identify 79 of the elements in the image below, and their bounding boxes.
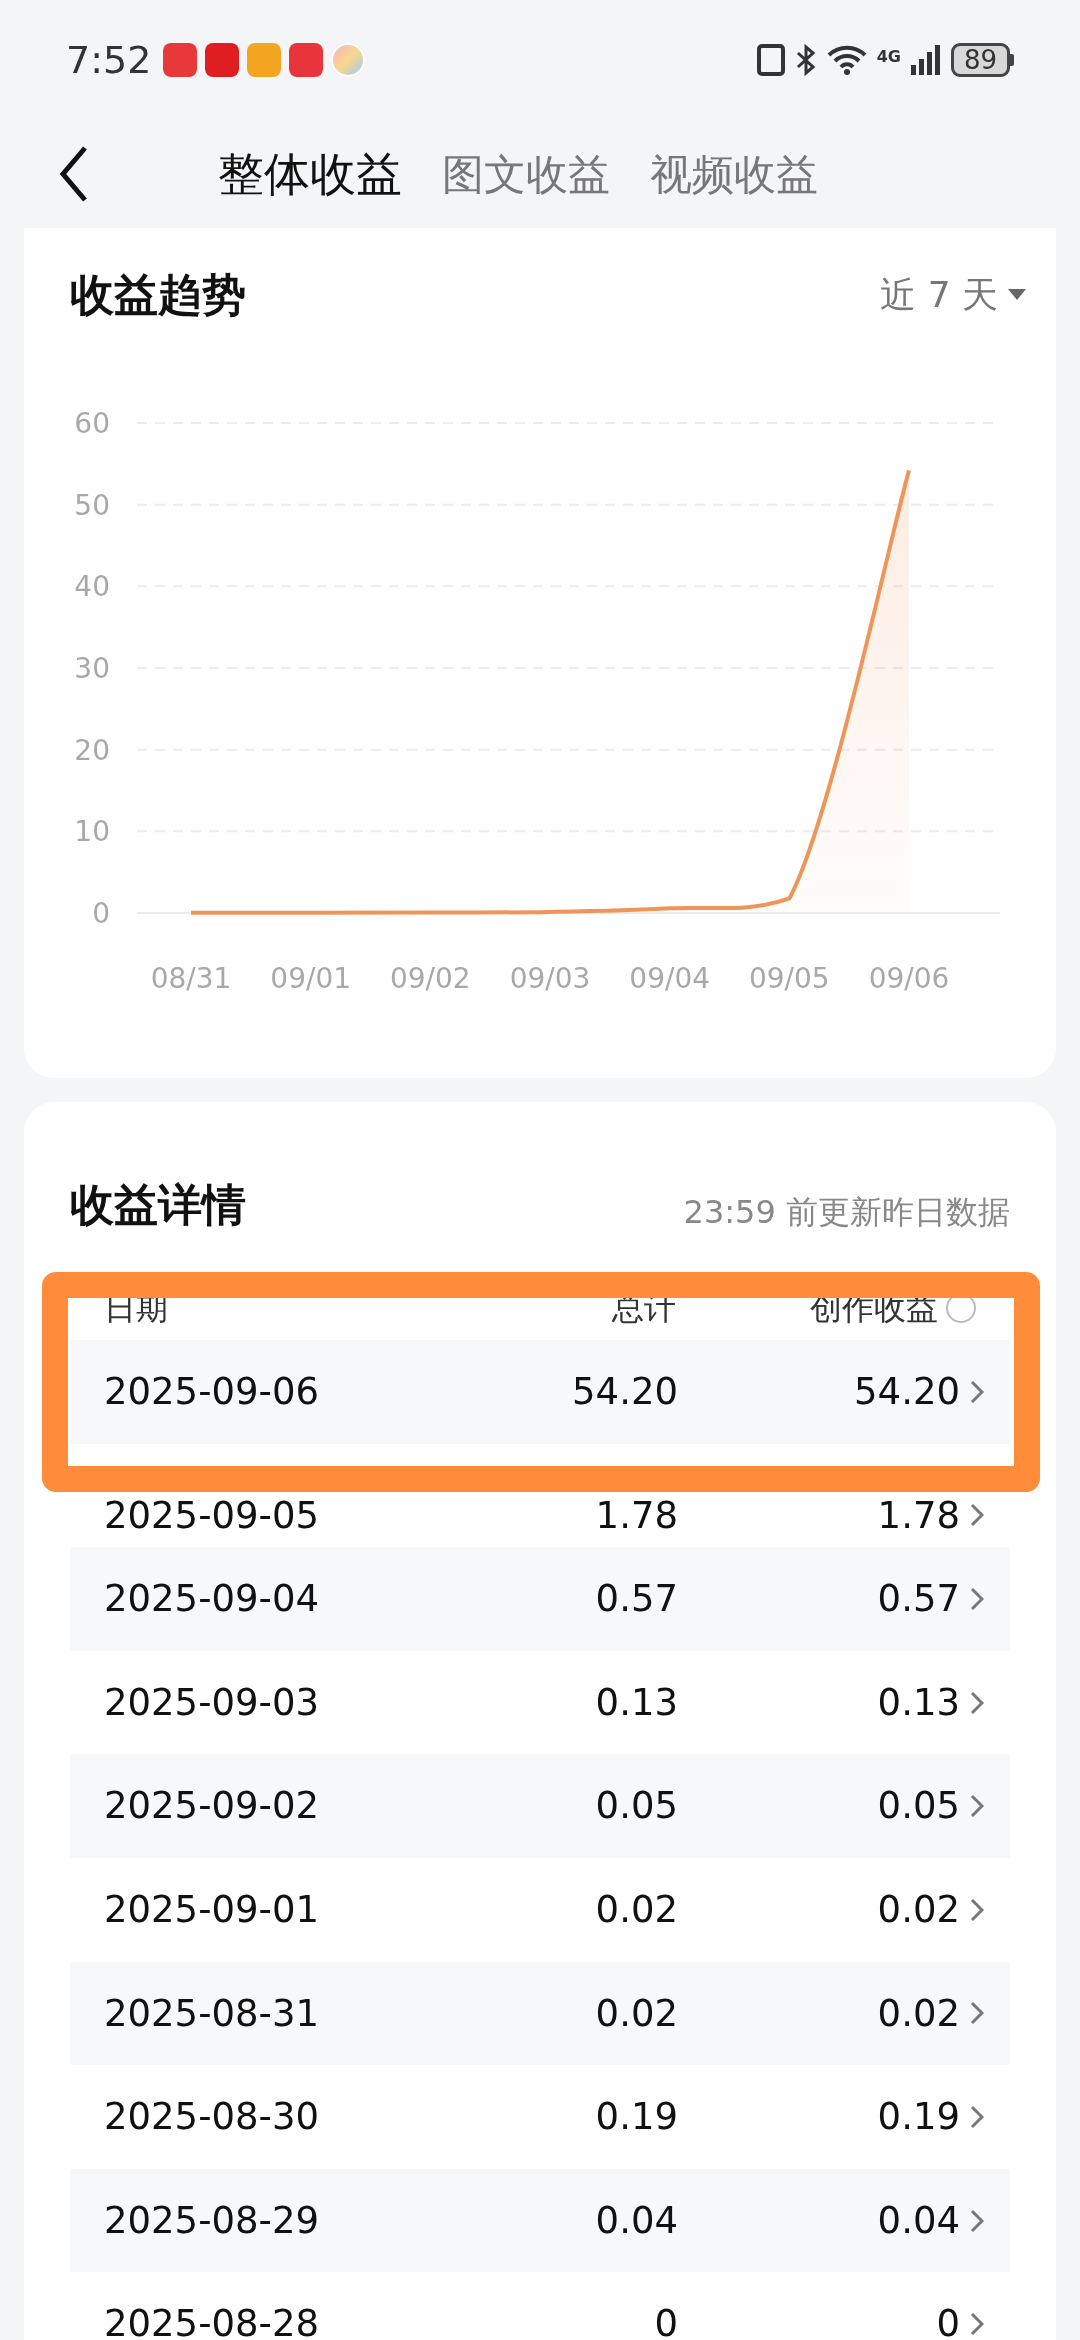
signal-icon [910,45,941,75]
creation-income-cell-text: 0.19 [876,2094,960,2141]
total-cell-text: 0.05 [594,1783,678,1830]
x-tick-label: 09/06 [868,962,950,995]
chevron-right-icon [970,2208,984,2233]
creation-income-cell-text: 1.78 [876,1492,960,1539]
bluetooth-icon [794,44,817,76]
date-cell-text: 2025-09-03 [104,1679,321,1726]
chevron-right-icon [970,1503,984,1528]
total-cell-text: 0 [653,2301,678,2340]
date-cell-text: 2025-09-05 [104,1492,321,1539]
x-tick-label: 09/02 [390,962,471,995]
x-tick-label: 09/03 [509,962,591,995]
table-row[interactable]: 2025-08-29 0.04 0.04 [70,2168,1010,2273]
chevron-right-icon [970,2104,984,2129]
app-notification-icon [247,43,282,77]
tab[interactable]: 图文收益 [442,142,610,206]
date-cell-text: 2025-09-01 [104,1887,321,1933]
table-row[interactable]: 2025-09-06 54.20 54.20 [70,1340,1010,1444]
date-cell-text: 2025-08-28 [104,2301,321,2340]
total-cell-text: 0.13 [594,1679,678,1726]
total-cell-text: 0.04 [594,2197,678,2244]
dropdown-triangle-icon [1008,289,1026,301]
chevron-right-icon [970,1379,984,1404]
total-cell-text: 54.20 [571,1369,678,1416]
x-tick-label: 09/01 [270,962,351,995]
chevron-right-icon [970,1794,984,1819]
creation-income-cell-text: 0.02 [876,1990,960,2037]
creation-income-cell-text: 0.13 [876,1679,960,1726]
total-cell-text: 0.57 [594,1576,678,1623]
battery-tip-icon [1010,54,1014,66]
creation-income-cell-text: 0.57 [876,1576,960,1623]
creation-income-cell-text: 0.02 [876,1887,960,1933]
creation-income-cell-text: 0 [935,2301,960,2340]
total-cell-text: 0.19 [594,2094,678,2141]
y-tick-label: 10 [74,815,110,849]
creation-income-cell-text: 54.20 [853,1369,960,1416]
total-cell-text: 0.02 [594,1990,678,2037]
x-tick-label: 08/31 [150,962,232,995]
tab[interactable]: 整体收益 [218,139,402,209]
total-cell-text: 1.78 [594,1492,678,1539]
wifi-icon [826,45,867,75]
app-notification-icon [289,43,324,77]
card-title: 收益趋势 [70,268,246,322]
chevron-right-icon [970,1587,984,1611]
app-notification-icon [331,43,366,77]
app-notification-icon [163,43,198,77]
date-cell-text: 2025-09-04 [104,1576,321,1623]
creation-income-cell-text: 0.04 [876,2197,960,2244]
chevron-right-icon [970,1690,984,1715]
app-notification-icon [205,43,240,77]
clock: 7:52 [66,36,152,84]
y-tick-label: 50 [74,488,110,522]
total-cell-text: 0.02 [594,1887,678,1933]
creation-income-cell-text: 0.05 [876,1783,960,1830]
date-cell-text: 2025-08-31 [104,1990,321,2037]
battery-level: 89 [950,43,1010,77]
table-row[interactable]: 2025-08-31 0.02 0.02 [70,1961,1010,2066]
card-title: 收益详情 [70,1177,246,1232]
y-tick-label: 30 [74,652,110,685]
x-tick-label: 09/04 [629,962,710,995]
chevron-right-icon [970,2312,984,2337]
y-tick-label: 20 [74,733,110,767]
update-note: 23:59 前更新昨日数据 [683,1191,1010,1233]
y-tick-label: 40 [74,570,110,604]
range-dropdown[interactable]: 近 7 天 [880,268,1026,322]
tab[interactable]: 视频收益 [650,142,818,206]
chevron-right-icon [970,1897,984,1922]
x-tick-label: 09/05 [749,962,830,995]
table-row[interactable]: 2025-09-04 0.57 0.57 [70,1547,1010,1651]
table-row[interactable]: 2025-09-02 0.05 0.05 [70,1754,1010,1858]
date-cell-text: 2025-09-06 [104,1369,321,1416]
y-tick-label: 0 [92,897,110,930]
date-cell-text: 2025-08-30 [104,2094,321,2141]
y-tick-label: 60 [74,407,110,440]
chevron-right-icon [970,2001,984,2026]
date-cell-text: 2025-08-29 [104,2197,321,2244]
network-type: 4G [876,46,901,68]
date-cell-text: 2025-09-02 [104,1783,321,1830]
